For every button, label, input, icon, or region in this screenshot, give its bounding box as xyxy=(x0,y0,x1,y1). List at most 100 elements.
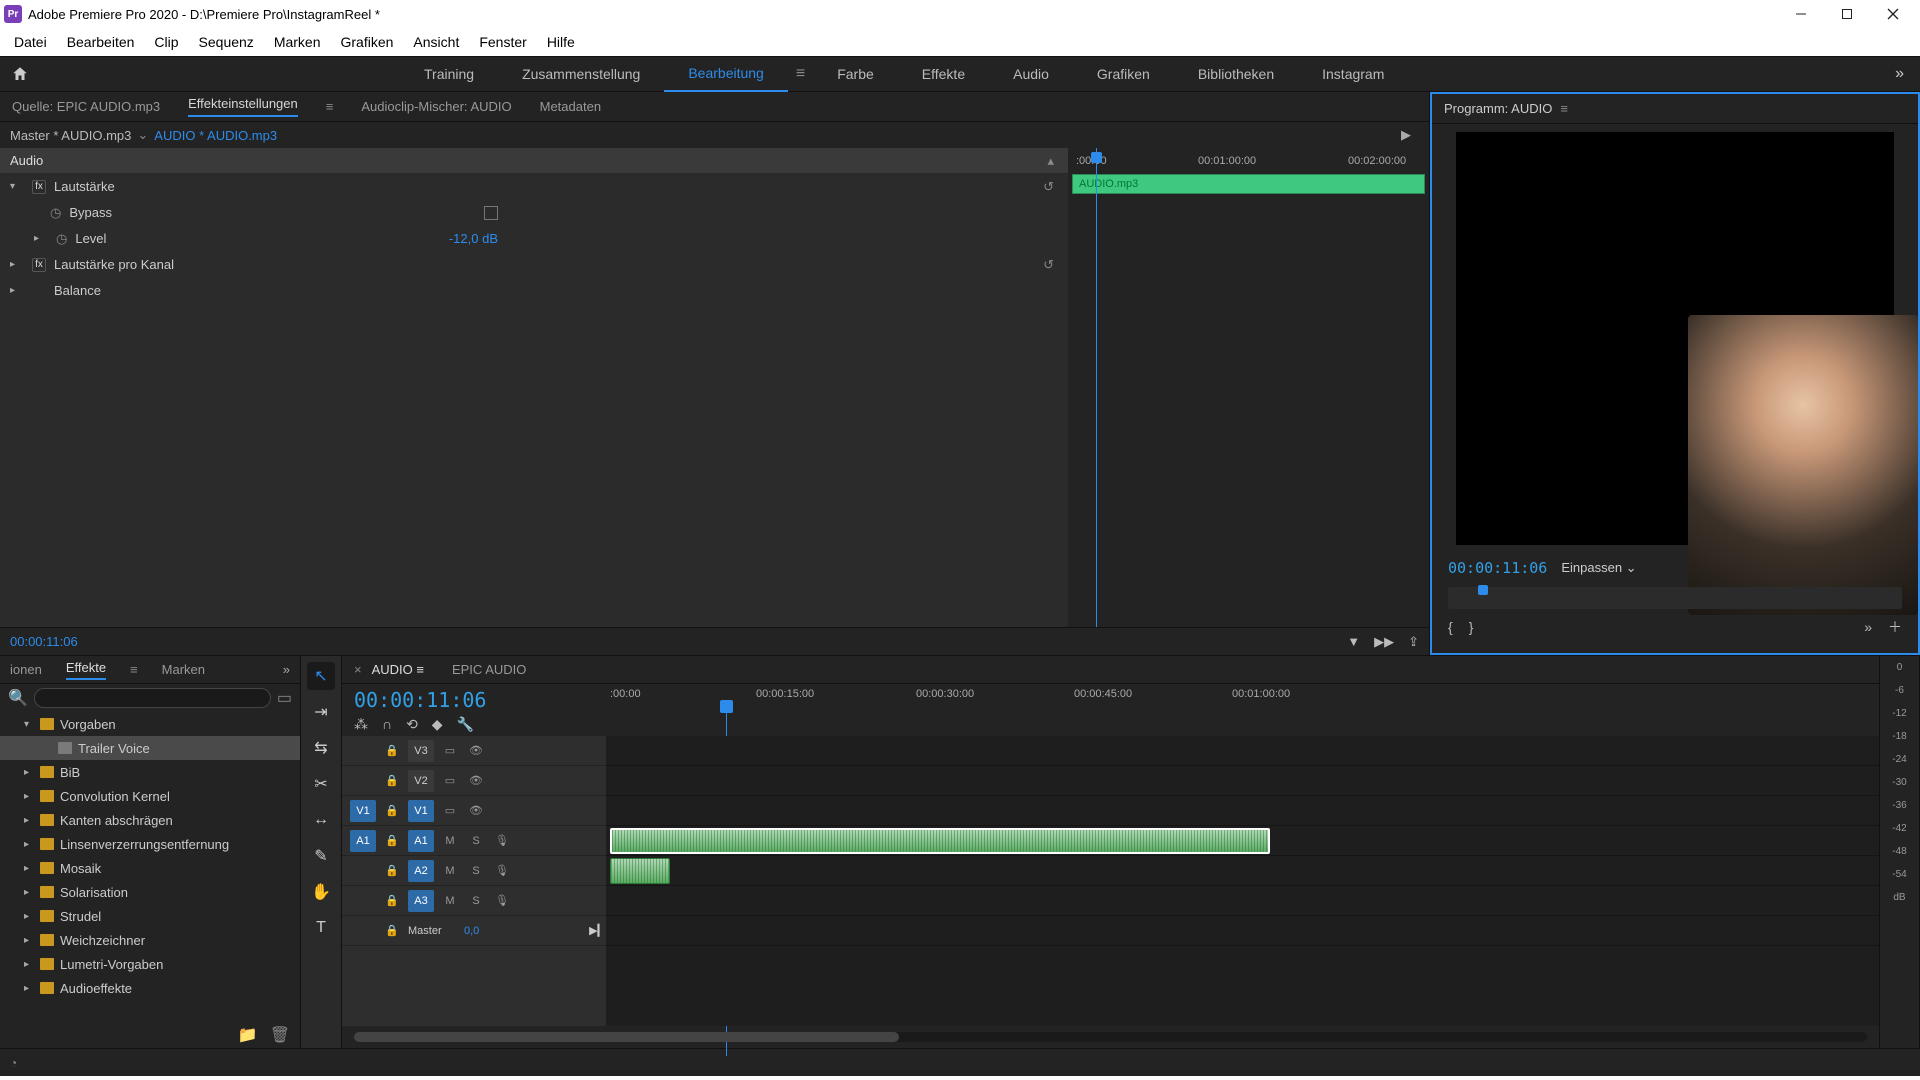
program-timecode[interactable]: 00:00:11:06 xyxy=(1448,559,1547,577)
mark-in-icon[interactable]: { xyxy=(1448,619,1453,635)
overflow-icon[interactable]: » xyxy=(283,662,290,677)
ripple-edit-tool[interactable]: ⇆ xyxy=(307,734,335,762)
ws-grafiken[interactable]: Grafiken xyxy=(1073,56,1174,92)
stopwatch-icon[interactable]: ◷ xyxy=(50,205,61,221)
eye-icon[interactable]: 👁 xyxy=(466,774,486,787)
ec-section-audio[interactable]: Audio ▴ xyxy=(0,148,1068,174)
ec-master-label[interactable]: Master * AUDIO.mp3 xyxy=(10,128,131,143)
mic-icon[interactable]: 🎙 xyxy=(492,864,512,877)
program-scrubber[interactable] xyxy=(1448,587,1902,609)
lock-icon[interactable]: 🔒 xyxy=(382,864,402,877)
twisty-icon[interactable]: ▾ xyxy=(10,181,24,192)
home-button[interactable] xyxy=(0,65,40,83)
mic-icon[interactable]: 🎙 xyxy=(492,894,512,907)
tree-node[interactable]: ▸Strudel xyxy=(0,904,300,928)
ws-zusammenstellung[interactable]: Zusammenstellung xyxy=(498,56,664,92)
menu-sequenz[interactable]: Sequenz xyxy=(189,30,264,54)
ec-lautstaerke-kanal[interactable]: ▸ fx Lautstärke pro Kanal ↺ xyxy=(0,252,1068,278)
timeline-ruler[interactable]: :00:00 00:00:15:00 00:00:30:00 00:00:45:… xyxy=(606,684,1879,736)
tree-node[interactable]: ▸Kanten abschrägen xyxy=(0,808,300,832)
tree-node[interactable]: ▸Audioeffekte xyxy=(0,976,300,1000)
track-v3[interactable]: 🔒V3▭👁 xyxy=(342,736,606,766)
lock-icon[interactable]: 🔒 xyxy=(382,894,402,907)
level-value[interactable]: -12,0 dB xyxy=(449,231,498,246)
twisty-icon[interactable]: ▸ xyxy=(34,233,48,244)
close-button[interactable] xyxy=(1870,0,1916,28)
tree-node[interactable]: ▸Weichzeichner xyxy=(0,928,300,952)
panel-menu-icon[interactable]: ≡ xyxy=(130,662,138,677)
ec-bypass[interactable]: ◷ Bypass xyxy=(0,200,1068,226)
reset-icon[interactable]: ↺ xyxy=(1043,179,1054,195)
menu-fenster[interactable]: Fenster xyxy=(469,30,536,54)
menu-grafiken[interactable]: Grafiken xyxy=(331,30,404,54)
master-value[interactable]: 0,0 xyxy=(464,925,479,937)
timeline-timecode[interactable]: 00:00:11:06 xyxy=(354,688,594,712)
chevron-down-icon[interactable]: ⌄ xyxy=(137,127,148,143)
eye-icon[interactable]: 👁 xyxy=(466,744,486,757)
ws-overflow-icon[interactable]: » xyxy=(1879,65,1920,83)
play-only-icon[interactable]: ▶▶ xyxy=(1374,634,1394,650)
tree-node[interactable]: ▸Lumetri-Vorgaben xyxy=(0,952,300,976)
tab-source[interactable]: Quelle: EPIC AUDIO.mp3 xyxy=(12,99,160,114)
track-v1[interactable]: V1🔒V1▭👁 xyxy=(342,796,606,826)
twisty-icon[interactable]: ▸ xyxy=(10,259,24,270)
lock-icon[interactable]: 🔒 xyxy=(382,924,402,937)
close-tab-icon[interactable]: × xyxy=(354,662,362,677)
effects-search-input[interactable] xyxy=(34,688,271,708)
stopwatch-icon[interactable]: ◷ xyxy=(56,231,67,247)
ws-bearbeitung[interactable]: Bearbeitung xyxy=(664,56,788,92)
tab-marken[interactable]: Marken xyxy=(162,662,205,677)
tree-node[interactable]: ▸BiB xyxy=(0,760,300,784)
lock-icon[interactable]: 🔒 xyxy=(382,804,402,817)
menu-datei[interactable]: Datei xyxy=(4,30,57,54)
ec-lautstaerke[interactable]: ▾ fx Lautstärke ↺ xyxy=(0,174,1068,200)
tab-effect-settings[interactable]: Effekteinstellungen xyxy=(188,96,298,117)
overflow-icon[interactable]: » xyxy=(1864,619,1872,635)
play-icon[interactable]: ▶ xyxy=(1401,127,1411,143)
ws-menu-icon[interactable]: ≡ xyxy=(788,65,813,83)
ws-farbe[interactable]: Farbe xyxy=(813,56,898,92)
magnet-icon[interactable]: ∩ xyxy=(382,716,392,733)
add-button-icon[interactable]: ＋ xyxy=(1888,617,1902,637)
track-v2[interactable]: 🔒V2▭👁 xyxy=(342,766,606,796)
program-viewport[interactable] xyxy=(1456,132,1894,545)
marker-icon[interactable]: ◆ xyxy=(432,716,443,733)
track-a1[interactable]: A1🔒A1MS🎙 xyxy=(342,826,606,856)
track-a3[interactable]: 🔒A3MS🎙 xyxy=(342,886,606,916)
ec-playhead[interactable] xyxy=(1096,148,1097,627)
ec-clip-bar[interactable]: AUDIO.mp3 xyxy=(1072,174,1425,194)
tab-menu-icon[interactable]: ≡ xyxy=(326,99,334,114)
ws-effekte[interactable]: Effekte xyxy=(898,56,989,92)
maximize-button[interactable] xyxy=(1824,0,1870,28)
fx-badge-icon[interactable]: fx xyxy=(32,258,46,272)
tab-audio-mixer[interactable]: Audioclip-Mischer: AUDIO xyxy=(361,99,511,114)
menu-bearbeiten[interactable]: Bearbeiten xyxy=(57,30,145,54)
bypass-checkbox[interactable] xyxy=(484,206,498,220)
sync-lock-icon[interactable]: ▭ xyxy=(440,804,460,817)
snap-icon[interactable]: ⁂ xyxy=(354,716,368,733)
settings-icon[interactable]: 🔧 xyxy=(457,716,474,733)
ws-instagram[interactable]: Instagram xyxy=(1298,56,1408,92)
collapse-icon[interactable]: ▴ xyxy=(1047,153,1054,169)
ws-bibliotheken[interactable]: Bibliotheken xyxy=(1174,56,1298,92)
zoom-thumb[interactable] xyxy=(354,1032,899,1042)
type-tool[interactable]: T xyxy=(307,914,335,942)
minimize-button[interactable] xyxy=(1778,0,1824,28)
timeline-tab-epic[interactable]: EPIC AUDIO xyxy=(452,662,526,677)
timeline-tab-audio[interactable]: AUDIO ≡ xyxy=(372,662,424,677)
trash-icon[interactable]: 🗑 xyxy=(270,1025,290,1045)
tree-node[interactable]: ▸Mosaik xyxy=(0,856,300,880)
linked-selection-icon[interactable]: ⟲ xyxy=(406,716,418,733)
track-a2[interactable]: 🔒A2MS🎙 xyxy=(342,856,606,886)
fx-badge-icon[interactable]: fx xyxy=(32,180,46,194)
ws-audio[interactable]: Audio xyxy=(989,56,1073,92)
tree-node[interactable]: ▸Linsenverzerrungsentfernung xyxy=(0,832,300,856)
selection-tool[interactable]: ↖ xyxy=(307,662,335,690)
menu-clip[interactable]: Clip xyxy=(144,30,188,54)
eye-icon[interactable]: 👁 xyxy=(466,804,486,817)
effects-tree[interactable]: ▾VorgabenTrailer Voice▸BiB▸Convolution K… xyxy=(0,712,300,1022)
track-master[interactable]: 🔒Master0,0▶▎ xyxy=(342,916,606,946)
tree-node[interactable]: Trailer Voice xyxy=(0,736,300,760)
filter-icon[interactable]: ▼ xyxy=(1347,634,1360,649)
menu-ansicht[interactable]: Ansicht xyxy=(403,30,469,54)
